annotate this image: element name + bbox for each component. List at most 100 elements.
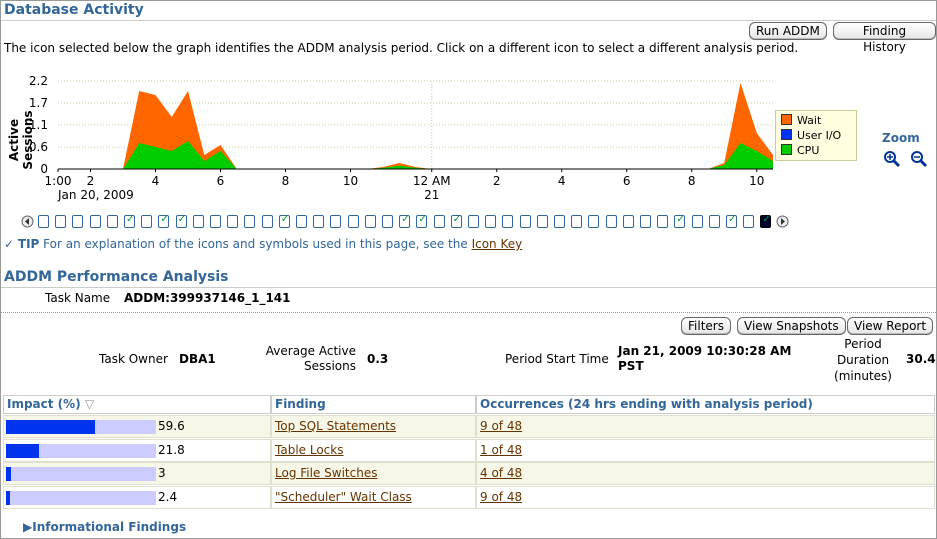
snapshot-icon[interactable] xyxy=(450,214,462,228)
snapshot-icon[interactable] xyxy=(485,215,497,228)
finding-column-header: Finding xyxy=(271,395,476,414)
snapshot-icon[interactable] xyxy=(89,215,101,228)
snapshot-icon-selected[interactable] xyxy=(760,214,772,228)
snapshot-icon[interactable] xyxy=(588,215,600,228)
snapshot-icon[interactable] xyxy=(691,215,703,228)
snapshot-icon[interactable] xyxy=(571,215,583,228)
snapshot-icon[interactable] xyxy=(141,215,153,228)
legend-item: Wait xyxy=(781,114,821,127)
snapshot-icon[interactable] xyxy=(554,215,565,228)
sort-desc-icon: ▽ xyxy=(80,397,95,411)
filters-button[interactable]: Filters xyxy=(681,317,731,335)
scroll-left-icon[interactable] xyxy=(21,215,34,228)
snapshot-icon[interactable] xyxy=(364,215,376,228)
period-start-value: Jan 21, 2009 10:30:28 AM PST xyxy=(618,344,792,373)
snapshot-icon[interactable] xyxy=(244,215,256,228)
finding-link[interactable]: Top SQL Statements xyxy=(275,419,396,433)
snapshot-icon[interactable] xyxy=(536,215,548,228)
table-row-finding: Table Locks xyxy=(271,438,476,462)
snapshot-icon[interactable] xyxy=(296,215,307,228)
finding-history-button[interactable]: Finding History xyxy=(833,22,936,54)
snapshot-icon[interactable] xyxy=(657,215,669,228)
view-snapshots-button[interactable]: View Snapshots xyxy=(737,317,846,335)
snapshot-icon[interactable] xyxy=(55,215,67,228)
snapshot-icon[interactable] xyxy=(399,214,411,228)
icon-key-link[interactable]: Icon Key xyxy=(472,237,523,251)
snapshot-icon[interactable] xyxy=(433,215,445,228)
snapshot-icon[interactable] xyxy=(502,215,514,228)
snapshot-icon[interactable] xyxy=(622,215,634,228)
snapshot-icon[interactable] xyxy=(192,215,204,228)
x-tick-label: 2 xyxy=(493,174,501,188)
view-report-button[interactable]: View Report xyxy=(847,317,934,335)
table-row-occurrences: 9 of 48 xyxy=(476,415,935,438)
snapshot-icon[interactable] xyxy=(106,215,118,228)
impact-bar-fill xyxy=(6,467,11,481)
snapshot-icon[interactable] xyxy=(708,215,720,228)
run-addm-button[interactable]: Run ADDM xyxy=(749,22,827,40)
table-row-impact: 2.4 xyxy=(3,485,271,509)
title-rule xyxy=(1,20,936,21)
occurrences-link[interactable]: 9 of 48 xyxy=(480,419,522,433)
impact-column-header[interactable]: Impact (%) ▽ xyxy=(3,395,271,414)
chart-legend: Wait User I/O CPU xyxy=(775,110,857,161)
impact-value: 3 xyxy=(158,466,166,480)
legend-label: Wait xyxy=(797,114,822,127)
snapshot-icon[interactable] xyxy=(313,215,325,228)
finding-link[interactable]: "Scheduler" Wait Class xyxy=(275,490,412,504)
table-row-finding: Top SQL Statements xyxy=(271,415,476,438)
snapshot-icon[interactable] xyxy=(640,215,651,228)
snapshot-icon[interactable] xyxy=(278,214,290,228)
table-row-impact: 21.8 xyxy=(3,438,271,462)
tip-text: For an explanation of the icons and symb… xyxy=(43,237,468,251)
snapshot-icon[interactable] xyxy=(124,214,135,228)
legend-swatch xyxy=(781,129,792,140)
informational-findings-toggle[interactable]: ▶Informational Findings xyxy=(23,520,186,534)
finding-link[interactable]: Table Locks xyxy=(275,443,343,457)
impact-bar-track xyxy=(6,467,156,481)
addm-section-title: ADDM Performance Analysis xyxy=(4,269,229,285)
finding-link[interactable]: Log File Switches xyxy=(275,466,377,480)
dotted-divider xyxy=(1,312,936,313)
occurrences-link[interactable]: 4 of 48 xyxy=(480,466,522,480)
snapshot-icon[interactable] xyxy=(382,215,393,228)
x-tick-label: 6 xyxy=(623,174,631,188)
impact-value: 59.6 xyxy=(158,419,185,433)
legend-item: User I/O xyxy=(781,129,841,142)
snapshot-icon[interactable] xyxy=(519,215,531,228)
snapshot-icon[interactable] xyxy=(227,215,239,228)
snapshot-icon[interactable] xyxy=(347,215,359,228)
zoom-label: Zoom xyxy=(882,131,920,145)
avg-sessions-value: 0.3 xyxy=(367,352,389,366)
occurrences-column-header: Occurrences (24 hrs ending with analysis… xyxy=(476,395,935,414)
snapshot-icon[interactable] xyxy=(468,215,479,228)
addm-rule xyxy=(1,287,936,288)
table-row-impact: 3 xyxy=(3,462,271,485)
zoom-out-icon[interactable] xyxy=(910,150,928,168)
occurrences-link[interactable]: 1 of 48 xyxy=(480,443,522,457)
snapshot-icon[interactable] xyxy=(72,215,84,228)
table-row-finding: Log File Switches xyxy=(271,462,476,485)
snapshot-icon[interactable] xyxy=(261,215,273,228)
activity-chart: 2.21.71.10.601:00 2 4 6 8 10 12 AM 2 4 6 8 10Jan 20… xyxy=(29,74,773,202)
snapshot-icon[interactable] xyxy=(175,214,187,228)
legend-swatch xyxy=(781,144,792,155)
zoom-in-icon[interactable] xyxy=(883,150,901,168)
legend-label: CPU xyxy=(797,144,820,157)
snapshot-icon[interactable] xyxy=(330,215,342,228)
snapshot-icon[interactable] xyxy=(158,214,170,228)
legend-item: CPU xyxy=(781,144,819,157)
snapshot-icon[interactable] xyxy=(416,214,428,228)
y-tick-label: 0.6 xyxy=(29,140,48,154)
x-tick-label: 8 xyxy=(688,174,696,188)
snapshot-icon[interactable] xyxy=(726,214,737,228)
x-tick-label: 4 xyxy=(152,174,160,188)
occurrences-link[interactable]: 9 of 48 xyxy=(480,490,522,504)
snapshot-icon[interactable] xyxy=(38,215,49,228)
snapshot-icon[interactable] xyxy=(605,215,617,228)
tip-line: ✓ TIP For an explanation of the icons an… xyxy=(4,237,522,251)
snapshot-icon[interactable] xyxy=(210,215,221,228)
snapshot-icon[interactable] xyxy=(674,214,686,228)
scroll-right-icon[interactable] xyxy=(776,215,789,228)
snapshot-icon[interactable] xyxy=(743,215,755,228)
